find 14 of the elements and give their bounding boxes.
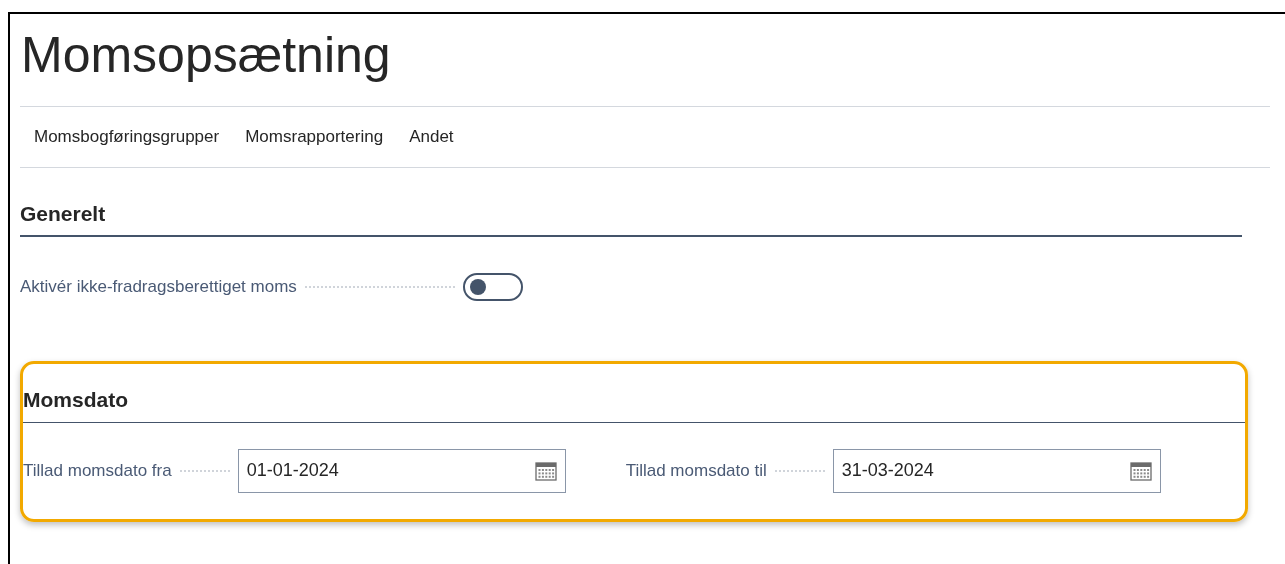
action-link[interactable]: Andet (409, 124, 454, 150)
section-heading: Generelt (20, 200, 107, 227)
toggle-label: Aktivér ikke-fradragsberettiget moms (20, 276, 297, 299)
field-label: Tillad momsdato fra (23, 459, 172, 482)
action-link[interactable]: Momsbogføringsgrupper (34, 124, 220, 150)
page-title: Momsopsætning (20, 26, 392, 85)
date-field[interactable]: 31-03-2024 (832, 448, 1161, 493)
calendar-icon[interactable] (534, 460, 557, 481)
field-label: Tillad momsdato til (625, 459, 767, 482)
section-heading: Momsdato (23, 387, 129, 413)
action-link[interactable]: Momsrapportering (245, 124, 384, 150)
date-field[interactable]: 01-01-2024 (237, 448, 566, 493)
calendar-icon[interactable] (1129, 460, 1152, 481)
toggle-switch[interactable] (462, 273, 523, 301)
